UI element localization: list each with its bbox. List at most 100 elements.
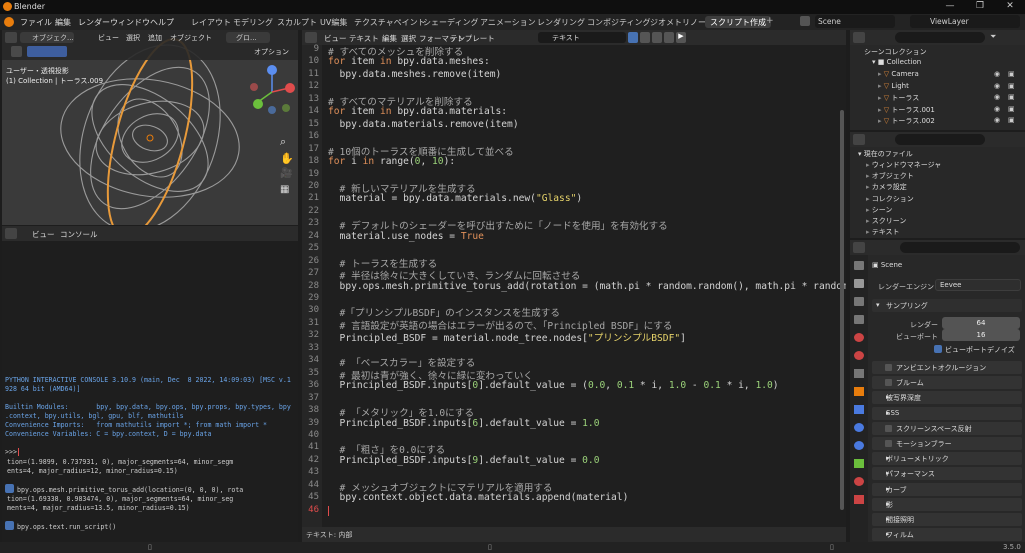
code-line[interactable]: material = bpy.data.materials.new("Glass… [328,193,583,204]
outliner-item[interactable]: ▸ ▽ トーラス.002 ◉ ▣ [878,116,1023,126]
fileview-search-input[interactable] [895,134,985,145]
code-line[interactable]: for item in bpy.data.materials: [328,106,507,117]
workspace-tab[interactable]: シェーディング [418,16,483,28]
outliner-search-input[interactable] [895,32,985,43]
menu-item[interactable]: 編集 [55,17,71,28]
code-line[interactable]: Principled_BSDF = material.node_tree.nod… [328,330,686,344]
editor-type-icon[interactable] [853,242,865,253]
editor-scrollbar[interactable] [840,110,844,510]
workspace-tab[interactable]: UV編集 [315,16,352,28]
outliner-item[interactable]: ▸ ▽ トーラス ◉ ▣ [878,93,1023,103]
properties-panel[interactable]: ▸ カーブ [872,482,1022,496]
menu-item[interactable]: レンダー [78,17,110,28]
render-camera-icon[interactable]: ▣ [1008,70,1015,78]
code-line[interactable]: Principled_BSDF.inputs[0].default_value … [328,380,779,391]
viewport-samples-field[interactable]: 16 [942,329,1020,341]
text-datablock-selector[interactable]: テキスト [538,32,626,43]
outliner-item[interactable]: ▸ ▽ トーラス.001 ◉ ▣ [878,105,1023,115]
object-tab-icon[interactable] [854,387,864,396]
run-script-icon[interactable]: ▶ [676,32,686,43]
code-line[interactable]: bpy.ops.mesh.primitive_torus_add(rotatio… [328,281,846,292]
fake-user-icon[interactable] [628,32,638,43]
select-mode-buttons[interactable] [27,46,67,57]
blender-menu-icon[interactable] [4,17,14,27]
tool-tab-icon[interactable] [854,261,864,270]
maximize-icon[interactable]: ❐ [965,1,995,11]
properties-panel[interactable]: ▸アンビエントオクルージョン [872,361,1022,374]
viewport-menu-item[interactable]: 追加 [148,33,162,43]
code-line[interactable]: Principled_BSDF.inputs[6].default_value … [328,418,600,429]
properties-search-input[interactable] [900,242,1020,253]
options-dropdown[interactable]: オプション [254,47,289,57]
properties-panel[interactable]: ▸モーションブラー [872,437,1022,450]
copy-icon[interactable] [640,32,650,43]
fileview-item[interactable]: ▸ カメラ設定 [866,182,907,192]
physics-tab-icon[interactable] [854,441,864,450]
menu-item[interactable]: ヘルプ [150,17,174,28]
fileview-item[interactable]: ▸ テキスト [866,227,900,237]
gizmo-x-icon[interactable] [285,83,295,93]
world-tab-icon[interactable] [854,351,864,360]
close-icon[interactable]: ✕ [995,1,1025,11]
visibility-eye-icon[interactable]: ◉ [994,82,1000,90]
code-line[interactable]: for i in range(0, 10): [328,156,455,167]
properties-editor[interactable]: ▣ Scene レンダーエンジン Eevee ▾ サンプリング レンダー 64 … [850,240,1025,542]
mode-dropdown[interactable]: オブジェク... [20,32,74,43]
viewlayer-selector[interactable]: ViewLayer [910,15,1020,28]
outliner-item[interactable]: ▸ ▽ Light ◉ ▣ [878,82,1023,90]
scene-icon[interactable] [800,16,810,26]
menu-item[interactable]: ウィンドウ [110,17,150,28]
fileview-item[interactable]: ▸ スクリーン [866,216,906,226]
editor-menu-item[interactable]: 選択 [401,33,416,44]
code-line[interactable]: bpy.data.meshes.remove(item) [328,69,502,80]
fileview-root[interactable]: ▾ 現在のファイル [858,149,913,159]
properties-panel[interactable]: ▸ 影 [872,497,1022,511]
outliner-scene-collection[interactable]: シーンコレクション [864,47,927,57]
panel-checkbox[interactable] [885,379,892,387]
code-line[interactable]: Principled_BSDF.inputs[9].default_value … [328,455,600,466]
properties-panel[interactable]: ▸ ボリューメトリック [872,452,1022,466]
fileview-item[interactable]: ▸ シーン [866,205,892,215]
menu-item[interactable]: ファイル [20,17,52,28]
workspace-tab[interactable]: モデリング [228,16,278,28]
workspace-tab[interactable]: アニメーション [475,16,541,28]
editor-menu-item[interactable]: テンプレート [450,33,495,44]
outliner-item[interactable]: ▸ ▽ Camera ◉ ▣ [878,70,1023,78]
render-tab-icon[interactable] [854,279,864,288]
transform-orientation-dropdown[interactable]: グロ... [226,32,270,43]
viewport-menu-item[interactable]: オブジェクト [170,33,212,43]
scene-tab-icon[interactable] [854,333,864,342]
code-line[interactable]: bpy.context.object.data.materials.append… [328,492,629,503]
zoom-icon[interactable]: ⌕ [280,135,286,149]
gizmo-y-icon[interactable] [253,99,263,109]
editor-menu-item[interactable]: 編集 [382,33,397,44]
editor-type-icon[interactable] [853,32,865,43]
render-samples-field[interactable]: 64 [942,317,1020,329]
collection-tab-icon[interactable] [854,369,864,378]
outliner[interactable]: ⏷ シーンコレクション ▾ ■ Collection ▸ ▽ Camera ◉ ▣ ▸… [850,30,1025,130]
editor-type-icon[interactable] [853,134,865,145]
python-console[interactable]: ビュー コンソール PYTHON INTERACTIVE CONSOLE 3.1… [2,226,298,542]
editor-menu-item[interactable]: テキスト [349,33,379,44]
render-camera-icon[interactable]: ▣ [1008,93,1015,101]
particles-tab-icon[interactable] [854,423,864,432]
history-checkbox-icon[interactable] [5,521,14,530]
data-tab-icon[interactable] [854,459,864,468]
material-tab-icon[interactable] [854,477,864,486]
viewport-menu-item[interactable]: ビュー [98,33,119,43]
render-engine-dropdown[interactable]: Eevee [935,279,1021,291]
render-camera-icon[interactable]: ▣ [1008,105,1015,113]
open-folder-icon[interactable] [652,32,662,43]
properties-panel[interactable]: ▸ フィルム [872,528,1022,542]
viewport-menu-item[interactable]: 選択 [126,33,140,43]
modifier-tab-icon[interactable] [854,405,864,414]
pan-hand-icon[interactable]: ✋ [280,152,294,165]
properties-panel[interactable]: ▸ブルーム [872,376,1022,390]
select-tool-icon[interactable] [11,46,22,57]
editor-type-icon[interactable] [305,32,317,43]
panel-checkbox[interactable] [885,440,892,447]
workspace-tab[interactable]: スクリプト作成 [705,16,771,28]
minimize-icon[interactable]: — [935,1,965,11]
camera-view-icon[interactable]: 🎥 [280,168,292,179]
properties-panel[interactable]: ▸ 被写界深度 [872,391,1022,405]
